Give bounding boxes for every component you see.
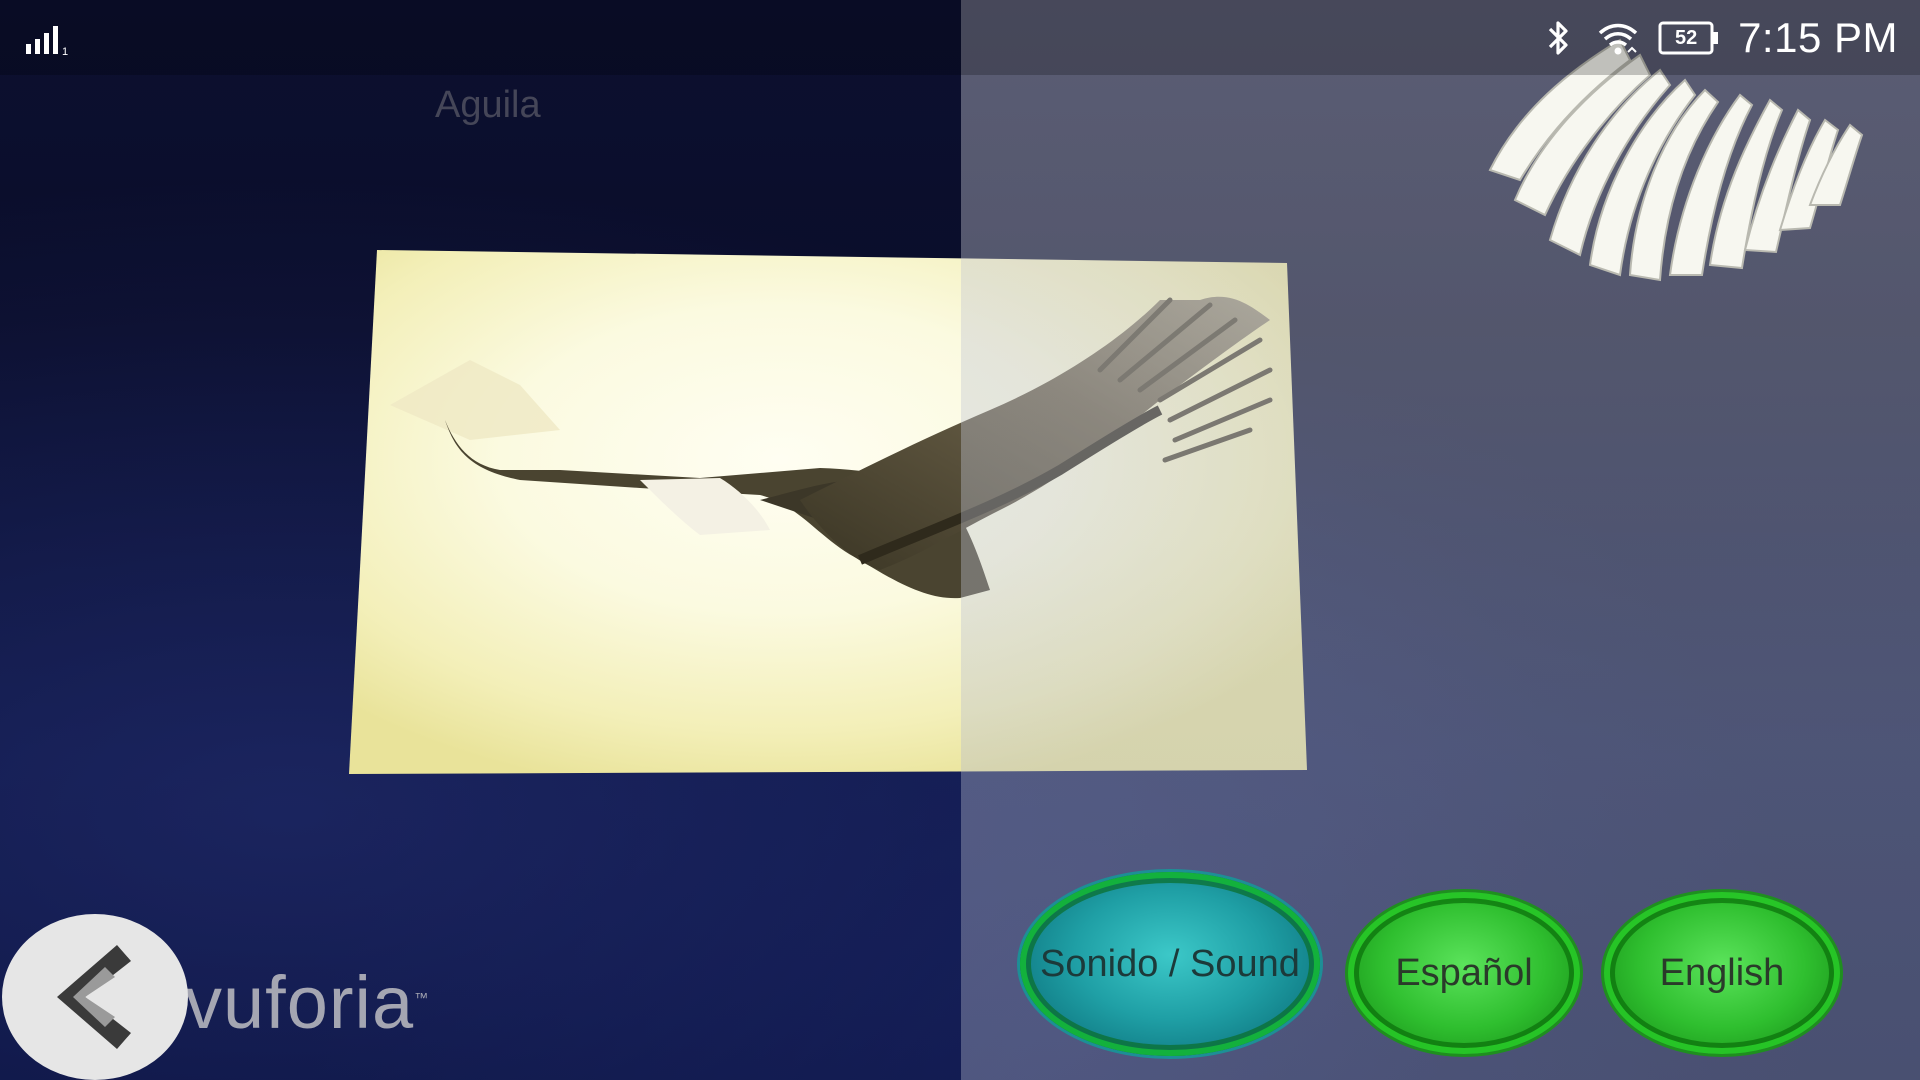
- spanish-button[interactable]: Español: [1348, 892, 1580, 1054]
- bluetooth-icon: [1548, 21, 1568, 55]
- vuforia-watermark-text: vuforia: [185, 961, 415, 1044]
- trademark-mark: ™: [414, 989, 430, 1006]
- sound-button-label: Sonido / Sound: [1040, 942, 1300, 985]
- sound-button[interactable]: Sonido / Sound: [1020, 872, 1320, 1056]
- wifi-icon: [1598, 23, 1638, 55]
- battery-icon: 52: [1658, 21, 1720, 55]
- status-bar: 1 52 7:15 PM: [0, 0, 1920, 75]
- status-time: 7:15 PM: [1738, 14, 1898, 61]
- model-label: Aguila: [435, 84, 541, 126]
- status-icons: 52 7:15 PM: [1538, 10, 1898, 66]
- chevron-left-icon: [57, 945, 131, 1049]
- english-button-label: English: [1659, 951, 1785, 994]
- ar-camera-screen: 1 52 7:15 PM Aguila Sonido / Sound Españ…: [0, 0, 1920, 1080]
- english-button[interactable]: English: [1604, 892, 1840, 1054]
- back-button[interactable]: [2, 914, 188, 1080]
- svg-text:1: 1: [62, 46, 68, 56]
- vuforia-watermark: vuforia™: [185, 960, 429, 1045]
- signal-bars-icon: 1: [26, 26, 68, 56]
- battery-level: 52: [1674, 26, 1698, 49]
- spanish-button-label: Español: [1395, 951, 1533, 994]
